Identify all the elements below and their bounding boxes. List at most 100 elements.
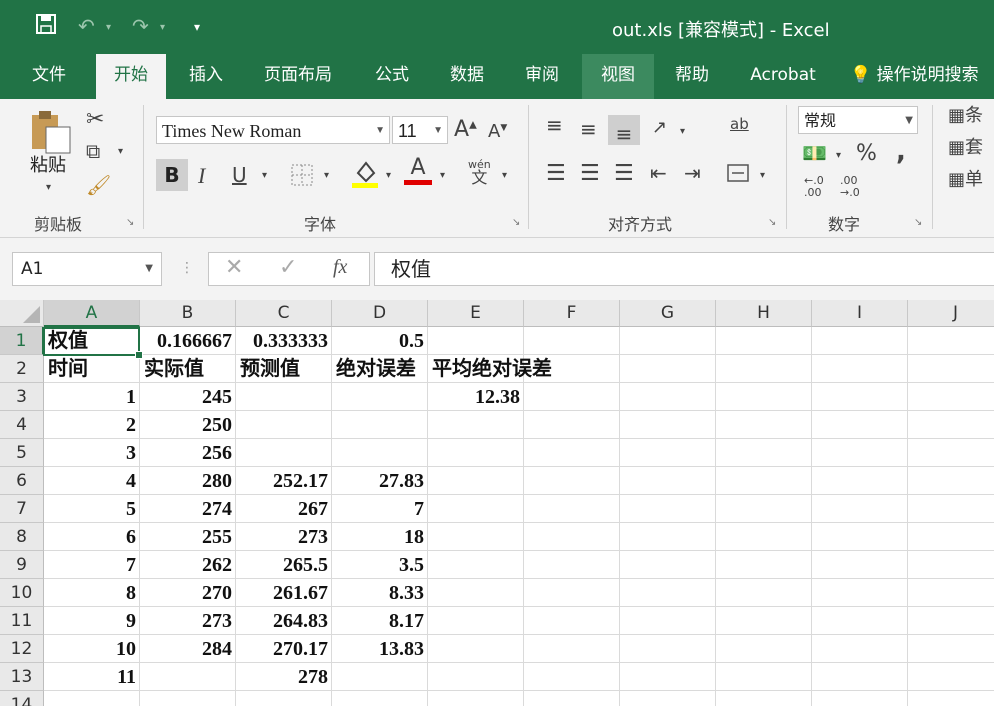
fill-handle[interactable] [135, 351, 143, 359]
cell-b10[interactable]: 270 [140, 579, 236, 607]
copy-icon[interactable]: ⧉ [86, 141, 100, 161]
font-color-button[interactable]: A [404, 157, 432, 185]
orientation-icon[interactable]: ↗ [652, 119, 667, 137]
enter-icon[interactable]: ✓ [279, 255, 297, 280]
conditional-formatting-button[interactable]: ▦条 [948, 107, 983, 125]
cell-e3[interactable]: 12.38 [428, 383, 524, 411]
cell-b1[interactable]: 0.166667 [140, 327, 236, 355]
row-header-7[interactable]: 7 [0, 495, 44, 523]
cell-d8[interactable]: 18 [332, 523, 428, 551]
font-color-dropdown-icon[interactable]: ▾ [440, 171, 445, 181]
align-right-icon[interactable]: ☰ [614, 163, 634, 185]
tab-data[interactable]: 数据 [436, 54, 498, 99]
decrease-indent-icon[interactable]: ⇤ [650, 163, 667, 183]
cell-d11[interactable]: 8.17 [332, 607, 428, 635]
paste-label[interactable]: 粘贴 [30, 157, 66, 175]
accounting-dropdown-icon[interactable]: ▾ [836, 151, 841, 161]
borders-icon[interactable] [290, 163, 314, 191]
cell-b4[interactable]: 250 [140, 411, 236, 439]
column-header-j[interactable]: J [908, 300, 994, 327]
align-middle-icon[interactable]: ≡ [580, 119, 597, 139]
column-header-g[interactable]: G [620, 300, 716, 327]
row-header-5[interactable]: 5 [0, 439, 44, 467]
column-header-b[interactable]: B [140, 300, 236, 327]
wrap-text-icon[interactable]: ab [730, 117, 749, 132]
underline-button[interactable]: U [232, 165, 247, 185]
insert-function-icon[interactable]: fx [333, 256, 347, 279]
orientation-dropdown-icon[interactable]: ▾ [680, 127, 685, 137]
cell-c8[interactable]: 273 [236, 523, 332, 551]
tab-file[interactable]: 文件 [14, 54, 84, 99]
merge-center-icon[interactable] [726, 161, 750, 189]
cell-b8[interactable]: 255 [140, 523, 236, 551]
cell-c2[interactable]: 预测值 [236, 355, 300, 383]
row-header-6[interactable]: 6 [0, 467, 44, 495]
cell-d9[interactable]: 3.5 [332, 551, 428, 579]
cell-c1[interactable]: 0.333333 [236, 327, 332, 355]
splitter-handle-icon[interactable]: ⋮ [180, 260, 194, 276]
row-header-8[interactable]: 8 [0, 523, 44, 551]
paste-icon[interactable] [28, 109, 74, 159]
align-top-icon[interactable]: ≡ [546, 115, 563, 135]
cell-c10[interactable]: 261.67 [236, 579, 332, 607]
tab-help[interactable]: 帮助 [664, 54, 720, 99]
cell-a9[interactable]: 7 [44, 551, 140, 579]
cell-styles-button[interactable]: ▦单 [948, 171, 983, 189]
increase-indent-icon[interactable]: ⇥ [684, 163, 701, 183]
row-header-3[interactable]: 3 [0, 383, 44, 411]
accounting-format-icon[interactable]: 💵 [802, 143, 827, 163]
cell-d2[interactable]: 绝对误差 [332, 355, 416, 383]
column-header-c[interactable]: C [236, 300, 332, 327]
tab-formulas[interactable]: 公式 [360, 54, 424, 99]
tab-view[interactable]: 视图 [582, 54, 654, 99]
italic-button[interactable]: I [198, 165, 205, 187]
cell-c7[interactable]: 267 [236, 495, 332, 523]
paste-dropdown-icon[interactable]: ▾ [46, 183, 51, 193]
underline-dropdown-icon[interactable]: ▾ [262, 171, 267, 181]
column-header-d[interactable]: D [332, 300, 428, 327]
borders-dropdown-icon[interactable]: ▾ [324, 171, 329, 181]
cell-a12[interactable]: 10 [44, 635, 140, 663]
increase-decimal-icon[interactable]: ←.0.00 [804, 174, 824, 199]
cell-c13[interactable]: 278 [236, 663, 332, 691]
cancel-icon[interactable]: ✕ [225, 255, 243, 280]
undo-dropdown-icon[interactable]: ▾ [106, 22, 111, 33]
cell-a5[interactable]: 3 [44, 439, 140, 467]
row-header-2[interactable]: 2 [0, 355, 44, 383]
cell-b7[interactable]: 274 [140, 495, 236, 523]
cell-a13[interactable]: 11 [44, 663, 140, 691]
cell-a6[interactable]: 4 [44, 467, 140, 495]
row-header-9[interactable]: 9 [0, 551, 44, 579]
cell-c6[interactable]: 252.17 [236, 467, 332, 495]
column-header-f[interactable]: F [524, 300, 620, 327]
cell-a7[interactable]: 5 [44, 495, 140, 523]
decrease-decimal-icon[interactable]: .00 →.0 [840, 174, 860, 199]
cut-icon[interactable]: ✂ [86, 109, 104, 131]
alignment-launcher-icon[interactable]: ↘ [768, 217, 776, 228]
formula-input[interactable]: 权值 [374, 252, 994, 286]
row-header-10[interactable]: 10 [0, 579, 44, 607]
cell-d12[interactable]: 13.83 [332, 635, 428, 663]
number-format-select[interactable]: 常规 ▼ [798, 106, 918, 134]
format-painter-icon[interactable]: 🖌 [86, 175, 111, 195]
increase-font-icon[interactable]: A▲ [454, 119, 477, 141]
clipboard-launcher-icon[interactable]: ↘ [126, 217, 134, 228]
cell-a4[interactable]: 2 [44, 411, 140, 439]
cell-e2[interactable]: 平均绝对误差 [428, 355, 552, 383]
align-left-icon[interactable]: ☰ [546, 163, 566, 185]
cell-c9[interactable]: 265.5 [236, 551, 332, 579]
row-header-11[interactable]: 11 [0, 607, 44, 635]
cell-a8[interactable]: 6 [44, 523, 140, 551]
column-header-a[interactable]: A [44, 300, 140, 327]
fill-color-icon[interactable] [352, 159, 380, 193]
row-header-4[interactable]: 4 [0, 411, 44, 439]
name-box[interactable]: A1 ▼ [12, 252, 162, 286]
tab-acrobat[interactable]: Acrobat [736, 54, 830, 99]
copy-dropdown-icon[interactable]: ▾ [118, 147, 123, 157]
cell-b9[interactable]: 262 [140, 551, 236, 579]
redo-dropdown-icon[interactable]: ▾ [160, 22, 165, 33]
select-all-button[interactable] [0, 300, 44, 327]
save-icon[interactable] [36, 14, 56, 39]
cell-b12[interactable]: 284 [140, 635, 236, 663]
fill-color-dropdown-icon[interactable]: ▾ [386, 171, 391, 181]
